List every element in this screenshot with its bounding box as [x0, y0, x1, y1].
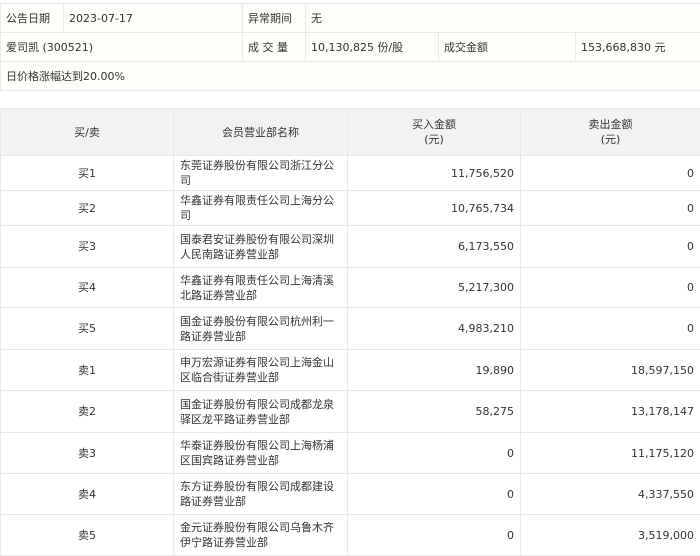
table-row: 卖5金元证券股份有限公司乌鲁木齐伊宁路证券营业部03,519,000 [1, 515, 700, 556]
cell-sell: 0 [521, 268, 700, 308]
header-sell: 卖出金额 (元) [521, 109, 700, 156]
cell-sell: 3,519,000 [521, 515, 700, 556]
cell-name: 华鑫证券有限责任公司上海分公司 [174, 191, 348, 226]
cell-side: 买5 [1, 308, 174, 350]
reason: 日价格涨幅达到20.00% [1, 62, 700, 91]
period-value: 无 [306, 4, 700, 33]
cell-buy: 4,983,210 [348, 308, 521, 350]
cell-buy: 11,756,520 [348, 156, 521, 191]
table-row: 卖3华泰证券股份有限公司上海杨浦区国宾路证券营业部011,175,120 [1, 433, 700, 474]
cell-side: 卖4 [1, 474, 174, 515]
cell-side: 买2 [1, 191, 174, 226]
cell-buy: 0 [348, 474, 521, 515]
cell-name: 东莞证券股份有限公司浙江分公司 [174, 156, 348, 191]
header-buy-unit: (元) [424, 133, 444, 146]
cell-name: 国金证券股份有限公司杭州利一路证券营业部 [174, 308, 348, 350]
table-row: 买3国泰君安证券股份有限公司深圳人民南路证券营业部6,173,5500 [1, 226, 700, 268]
cell-sell: 13,178,147 [521, 391, 700, 433]
cell-name: 申万宏源证券有限公司上海金山区临合街证券营业部 [174, 350, 348, 391]
cell-side: 卖1 [1, 350, 174, 391]
cell-name: 华鑫证券有限责任公司上海清溪北路证券营业部 [174, 268, 348, 308]
cell-sell: 0 [521, 226, 700, 268]
header-side: 买/卖 [1, 109, 174, 156]
header-sell-unit: (元) [601, 133, 621, 146]
cell-buy: 0 [348, 433, 521, 474]
cell-sell: 0 [521, 191, 700, 226]
volume-value: 10,130,825 份/股 [306, 33, 439, 62]
cell-name: 国泰君安证券股份有限公司深圳人民南路证券营业部 [174, 226, 348, 268]
cell-buy: 58,275 [348, 391, 521, 433]
cell-buy: 0 [348, 515, 521, 556]
cell-side: 买1 [1, 156, 174, 191]
cell-buy: 19,890 [348, 350, 521, 391]
cell-name: 华泰证券股份有限公司上海杨浦区国宾路证券营业部 [174, 433, 348, 474]
amount-label: 成交金额 [439, 33, 576, 62]
table-row: 卖2国金证券股份有限公司成都龙泉驿区龙平路证券营业部58,27513,178,1… [1, 391, 700, 433]
cell-side: 卖3 [1, 433, 174, 474]
header-buy-label: 买入金额 [412, 118, 456, 131]
period-label: 异常期间 [243, 4, 306, 33]
volume-label: 成 交 量 [243, 33, 306, 62]
cell-name: 金元证券股份有限公司乌鲁木齐伊宁路证券营业部 [174, 515, 348, 556]
cell-side: 买4 [1, 268, 174, 308]
table-row: 买4华鑫证券有限责任公司上海清溪北路证券营业部5,217,3000 [1, 268, 700, 308]
cell-sell: 0 [521, 308, 700, 350]
table-row: 买2华鑫证券有限责任公司上海分公司10,765,7340 [1, 191, 700, 226]
header-name: 会员营业部名称 [174, 109, 348, 156]
cell-side: 卖5 [1, 515, 174, 556]
cell-side: 卖2 [1, 391, 174, 433]
table-row: 卖1申万宏源证券有限公司上海金山区临合街证券营业部19,89018,597,15… [1, 350, 700, 391]
header-buy: 买入金额 (元) [348, 109, 521, 156]
cell-side: 买3 [1, 226, 174, 268]
trading-seats-table: 买/卖 会员营业部名称 买入金额 (元) 卖出金额 (元) 买1东莞证券股份有限公司… [0, 108, 700, 556]
cell-buy: 6,173,550 [348, 226, 521, 268]
table-row: 买5国金证券股份有限公司杭州利一路证券营业部4,983,2100 [1, 308, 700, 350]
cell-name: 东方证券股份有限公司成都建设路证券营业部 [174, 474, 348, 515]
stock-name: 爱司凯 (300521) [1, 33, 243, 62]
date-label: 公告日期 [1, 4, 64, 33]
cell-sell: 11,175,120 [521, 433, 700, 474]
date-value: 2023-07-17 [64, 4, 243, 33]
cell-buy: 5,217,300 [348, 268, 521, 308]
amount-value: 153,668,830 元 [576, 33, 700, 62]
stock-info-table: 公告日期 2023-07-17 异常期间 无 爱司凯 (300521) 成 交 … [0, 3, 700, 91]
cell-sell: 4,337,550 [521, 474, 700, 515]
header-sell-label: 卖出金额 [589, 118, 633, 131]
cell-buy: 10,765,734 [348, 191, 521, 226]
cell-name: 国金证券股份有限公司成都龙泉驿区龙平路证券营业部 [174, 391, 348, 433]
table-row: 卖4东方证券股份有限公司成都建设路证券营业部04,337,550 [1, 474, 700, 515]
cell-sell: 0 [521, 156, 700, 191]
cell-sell: 18,597,150 [521, 350, 700, 391]
table-row: 买1东莞证券股份有限公司浙江分公司11,756,5200 [1, 156, 700, 191]
